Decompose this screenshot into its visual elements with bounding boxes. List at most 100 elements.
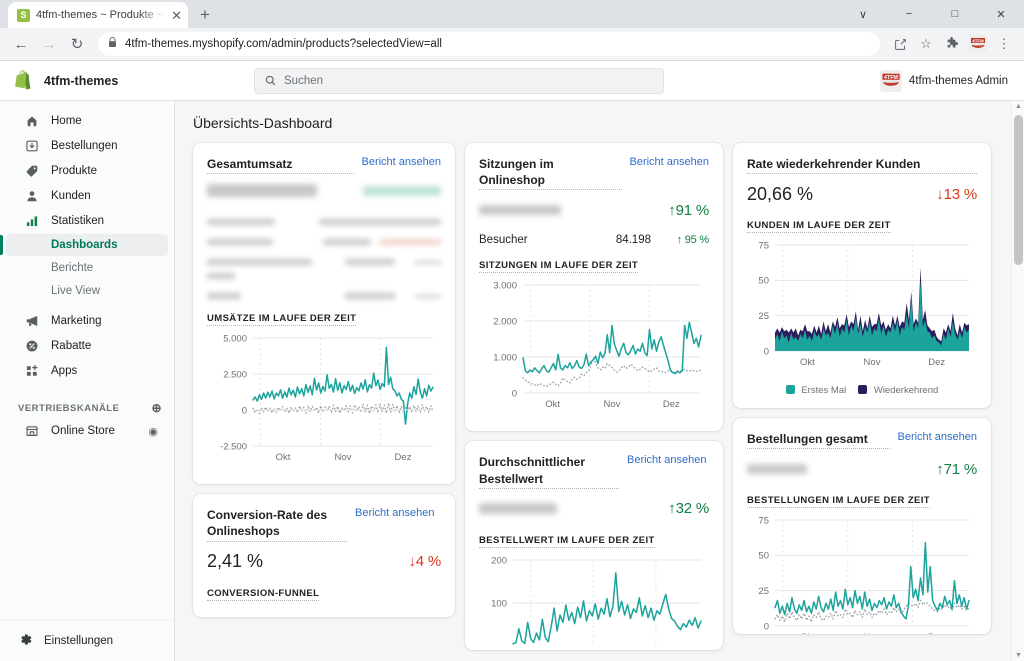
metric-delta: ↑91 % (668, 201, 709, 219)
report-link[interactable]: Bericht ansehen (355, 507, 435, 519)
dashboard-column-3: Rate wiederkehrender Kunden 20,66 % ↓13 … (733, 143, 991, 635)
extensions-puzzle-icon[interactable] (940, 32, 964, 56)
browser-menu-icon[interactable]: ⋮ (992, 32, 1016, 56)
sidebar-item-kunden[interactable]: Kunden (6, 184, 168, 208)
sidebar-item-berichte[interactable]: Berichte (6, 257, 168, 279)
chart-sitzungen: 3.000 2.000 1.000 0 Okt Nov Dez (479, 279, 709, 419)
chart-label: BESTELLWERT IM LAUFE DER ZEIT (479, 534, 655, 548)
metric-row: 20,66 % ↓13 % (747, 182, 977, 206)
4tfm-avatar-icon: 4TFM (969, 35, 987, 53)
minimize-button[interactable]: − (886, 0, 932, 28)
chevron-down-icon[interactable]: ∨ (840, 0, 886, 28)
redacted-value (479, 205, 561, 216)
metric-delta: ↑71 % (936, 460, 977, 478)
dashboard-column-2: Sitzungen im Onlineshop Bericht ansehen … (465, 143, 723, 650)
redacted-content (207, 184, 441, 300)
card-bestellungen: Bestellungen gesamt Bericht ansehen ↑71 … (733, 418, 991, 635)
metric-row: ↑71 % (747, 457, 977, 481)
sidebar-label: Berichte (51, 262, 94, 274)
card-sitzungen: Sitzungen im Onlineshop Bericht ansehen … (465, 143, 723, 432)
chart-svg: 75 50 25 0 Okt Nov Dez (758, 241, 969, 368)
home-icon (24, 114, 40, 128)
browser-window: S 4tfm-themes ~ Produkte ~ Shop ✕ + ∨ − … (0, 0, 1024, 661)
card-bestellwert: Durchschnittlicher Bestellwert Bericht a… (465, 441, 723, 650)
chart-svg: 200 100 (491, 555, 702, 646)
sidebar-item-rabatte[interactable]: Rabatte (6, 334, 168, 358)
sidebar-item-einstellungen[interactable]: Einstellungen (0, 619, 174, 661)
sidebar-item-marketing[interactable]: Marketing (6, 309, 168, 333)
app-body: Home Bestellungen Produkte Kunden Statis… (0, 101, 1024, 661)
card-title: Durchschnittlicher Bestellwert (479, 454, 619, 489)
sidebar-label: Online Store (51, 425, 115, 437)
sidebar-item-dashboards[interactable]: Dashboards (0, 234, 168, 256)
metric-row: ↑91 % (479, 198, 709, 222)
sidebar-nav: Home Bestellungen Produkte Kunden Statis… (0, 101, 174, 619)
sidebar-item-live-view[interactable]: Live View (6, 280, 168, 302)
report-link[interactable]: Bericht ansehen (630, 156, 710, 168)
sidebar: Home Bestellungen Produkte Kunden Statis… (0, 101, 175, 661)
sidebar-item-home[interactable]: Home (6, 109, 168, 133)
svg-text:Nov: Nov (335, 452, 352, 463)
main-content: Übersichts-Dashboard Gesamtumsatz Berich… (175, 101, 1024, 661)
svg-text:0: 0 (242, 406, 247, 417)
active-indicator (0, 235, 3, 255)
share-icon[interactable] (888, 32, 912, 56)
svg-text:3.000: 3.000 (493, 281, 517, 292)
profile-avatar[interactable]: 4TFM (966, 32, 990, 56)
chart-label: SITZUNGEN IM LAUFE DER ZEIT (479, 260, 639, 274)
shopify-icon: S (17, 8, 30, 22)
tab-title: 4tfm-themes ~ Produkte ~ Shop (36, 9, 165, 21)
sidebar-item-bestellungen[interactable]: Bestellungen (6, 134, 168, 158)
svg-text:Okt: Okt (276, 452, 291, 463)
svg-text:-2.500: -2.500 (220, 442, 247, 453)
svg-text:Okt: Okt (545, 399, 560, 410)
storefront-icon (24, 424, 40, 438)
url-text: 4tfm-themes.myshopify.com/admin/products… (125, 38, 442, 50)
bookmark-star-icon[interactable]: ☆ (914, 32, 938, 56)
sidebar-item-statistiken[interactable]: Statistiken (6, 209, 168, 233)
sidebar-label: Dashboards (51, 239, 118, 251)
vertical-scrollbar[interactable]: ▲ ▼ (1011, 101, 1024, 661)
scroll-up-arrow[interactable]: ▲ (1012, 103, 1024, 110)
address-bar[interactable]: 4tfm-themes.myshopify.com/admin/products… (98, 32, 880, 56)
metric-value: 20,66 % (747, 183, 814, 204)
search-input[interactable]: Suchen (254, 67, 664, 94)
svg-text:Dez: Dez (928, 632, 945, 634)
card-title: Rate wiederkehrender Kunden (747, 156, 977, 175)
back-icon[interactable]: ← (8, 31, 34, 57)
scrollbar-thumb[interactable] (1014, 115, 1023, 265)
maximize-button[interactable]: □ (932, 0, 978, 28)
report-link[interactable]: Bericht ansehen (627, 454, 707, 466)
svg-text:100: 100 (491, 598, 507, 609)
gear-icon (18, 632, 33, 650)
legend-label: Wiederkehrend (873, 385, 939, 397)
chart-umsaetze: 5.000 2.500 0 -2.500 Okt Nov Dez (207, 332, 441, 472)
svg-text:0: 0 (512, 389, 517, 400)
svg-text:0: 0 (764, 347, 769, 358)
card-kundenrate: Rate wiederkehrender Kunden 20,66 % ↓13 … (733, 143, 991, 409)
browser-tab[interactable]: S 4tfm-themes ~ Produkte ~ Shop ✕ (8, 2, 188, 28)
view-store-icon[interactable]: ◉ (148, 425, 158, 438)
sidebar-item-produkte[interactable]: Produkte (6, 159, 168, 183)
add-channel-icon[interactable]: ⊕ (151, 401, 162, 415)
shop-name: 4tfm-themes (44, 73, 119, 88)
sidebar-section-vertriebskanaele: VERTRIEBSKANÄLE ⊕ (0, 397, 174, 419)
forward-icon[interactable]: → (36, 31, 62, 57)
app-topbar: 4tfm-themes Suchen 4TFM 4tfm-themes Admi… (0, 61, 1024, 101)
scroll-down-arrow[interactable]: ▼ (1012, 652, 1024, 659)
page-title: Übersichts-Dashboard (193, 115, 333, 131)
user-menu[interactable]: 4TFM 4tfm-themes Admin (879, 69, 1012, 92)
search-placeholder: Suchen (284, 74, 324, 87)
reload-icon[interactable]: ↻ (64, 31, 90, 57)
legend-label: Erstes Mal (801, 385, 847, 397)
metric-row: 2,41 % ↓4 % (207, 550, 441, 574)
svg-text:Dez: Dez (928, 357, 945, 368)
report-link[interactable]: Bericht ansehen (362, 156, 442, 168)
report-link[interactable]: Bericht ansehen (898, 431, 978, 443)
sidebar-item-apps[interactable]: Apps (6, 359, 168, 383)
new-tab-button[interactable]: + (192, 2, 218, 28)
sidebar-item-online-store[interactable]: Online Store ◉ (6, 419, 168, 443)
section-label: VERTRIEBSKANÄLE (18, 402, 120, 414)
close-window-button[interactable]: ✕ (978, 0, 1024, 28)
close-icon[interactable]: ✕ (171, 9, 182, 22)
